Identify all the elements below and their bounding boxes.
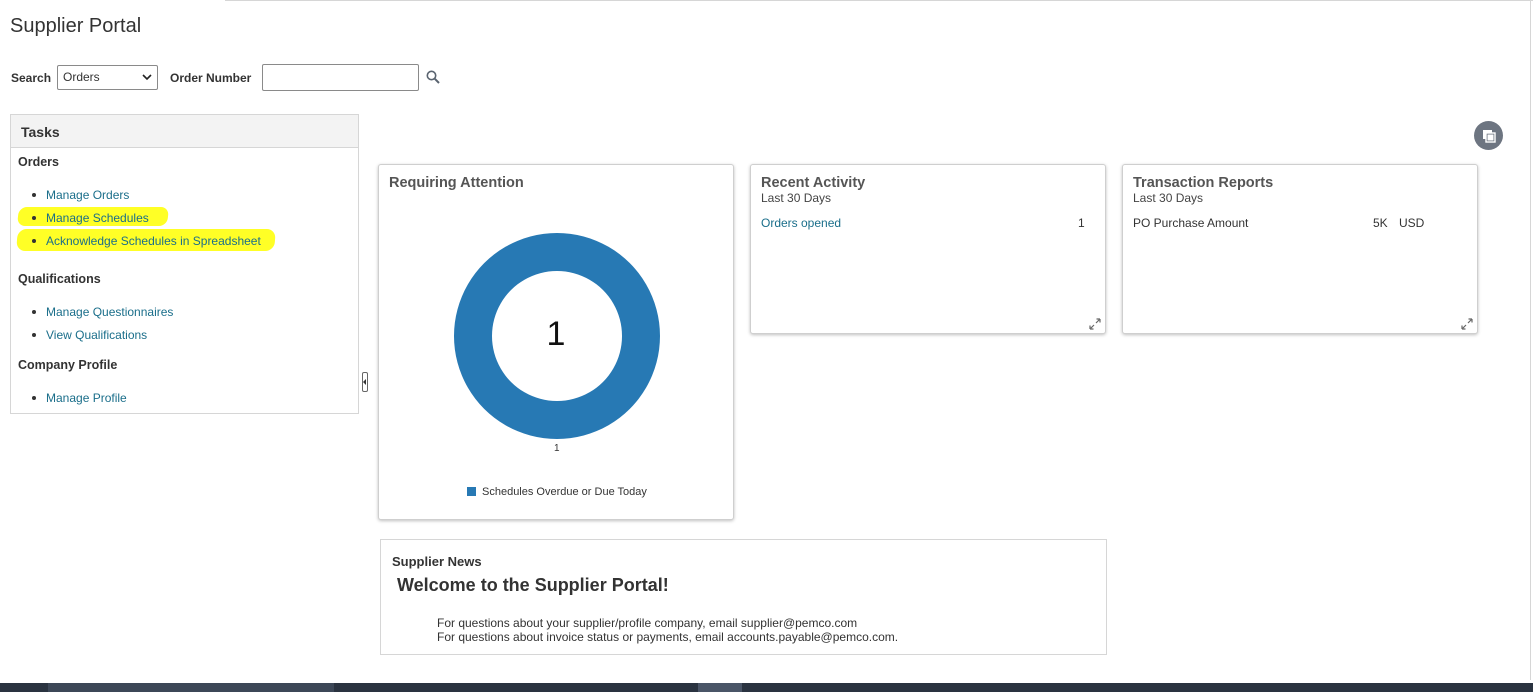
bullet [32,396,36,400]
acknowledge-schedules-link[interactable]: Acknowledge Schedules in Spreadsheet [46,234,261,248]
welcome-heading: Welcome to the Supplier Portal! [397,575,669,595]
taskbar-item[interactable] [48,683,334,692]
chevron-down-icon [142,74,152,81]
task-group-orders: Orders [18,155,59,169]
search-label: Search [11,71,52,85]
recent-activity-card: Recent Activity Last 30 Days Orders open… [750,164,1106,334]
right-border [1530,0,1531,680]
currency-label: USD [1399,216,1425,230]
search-icon[interactable] [425,69,441,85]
search-type-select[interactable]: Orders [57,65,158,90]
po-purchase-amount-label: PO Purchase Amount [1133,216,1249,230]
expand-icon[interactable] [1461,318,1473,330]
news-line: For questions about invoice status or pa… [437,630,899,644]
bullet [32,216,36,220]
view-qualifications-link[interactable]: View Qualifications [46,328,147,342]
os-taskbar [0,683,1533,692]
card-title: Transaction Reports [1133,175,1274,191]
legend-swatch [467,487,476,496]
supplier-news-title: Supplier News [392,554,482,569]
personalize-button[interactable] [1474,121,1503,150]
manage-profile-link[interactable]: Manage Profile [46,391,127,405]
legend-label[interactable]: Schedules Overdue or Due Today [482,486,647,498]
donut-slice-label: 1 [554,443,560,454]
supplier-news-panel: Supplier News Welcome to the Supplier Po… [380,539,1107,655]
task-group-company-profile: Company Profile [18,358,118,372]
order-number-input[interactable] [262,64,419,91]
bullet [32,239,36,243]
manage-questionnaires-link[interactable]: Manage Questionnaires [46,305,173,319]
tasks-header: Tasks [11,115,358,148]
copy-icon [1483,130,1496,143]
top-border [225,0,1533,1]
po-purchase-amount-value: 5K [1373,216,1388,230]
card-subtitle: Last 30 Days [1133,191,1204,205]
bullet [32,333,36,337]
orders-opened-link[interactable]: Orders opened [761,216,841,230]
requiring-attention-card: Requiring Attention 1 1 Schedules Overdu… [378,164,734,520]
order-number-label: Order Number [170,71,252,85]
news-line: For questions about your supplier/profil… [437,616,858,630]
bullet [32,193,36,197]
orders-opened-count: 1 [1078,216,1085,230]
task-group-qualifications: Qualifications [18,272,101,286]
search-type-value: Orders [63,70,100,84]
expand-icon[interactable] [1089,318,1101,330]
bullet [32,310,36,314]
card-title: Recent Activity [761,175,866,191]
collapse-panel-handle[interactable] [362,372,368,392]
transaction-reports-card: Transaction Reports Last 30 Days PO Purc… [1122,164,1478,334]
card-subtitle: Last 30 Days [761,191,832,205]
manage-orders-link[interactable]: Manage Orders [46,188,129,202]
manage-schedules-link[interactable]: Manage Schedules [46,211,149,225]
donut-center-value: 1 [546,315,566,353]
page-title: Supplier Portal [10,15,142,37]
tasks-panel: Tasks Orders Manage Orders Manage Schedu… [10,114,359,414]
taskbar-item[interactable] [698,683,742,692]
